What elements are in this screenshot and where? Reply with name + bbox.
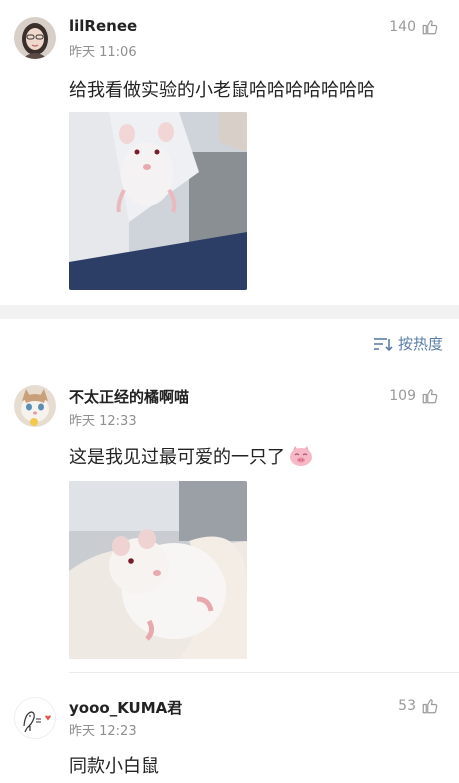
sort-lines-icon: [373, 337, 393, 351]
timestamp: 昨天 11:06: [69, 45, 137, 60]
username[interactable]: lilRenee: [69, 17, 137, 35]
comment-text-body: 这是我见过最可爱的一只了: [69, 447, 285, 468]
like-button[interactable]: 53: [398, 697, 439, 715]
section-separator: [0, 305, 459, 319]
thumbs-up-icon: [422, 20, 438, 35]
white-mouse-in-gloved-hand-photo-icon: [69, 481, 247, 659]
comment-image[interactable]: [69, 112, 247, 290]
username[interactable]: yooo_KUMA君: [69, 697, 182, 718]
like-button[interactable]: 109: [389, 387, 439, 405]
username[interactable]: 不太正经的橘啊喵: [69, 386, 189, 407]
avatar[interactable]: [14, 697, 56, 739]
white-lab-mouse-photo-icon: [69, 112, 247, 290]
like-count: 140: [389, 19, 416, 35]
kitten-avatar-icon: [14, 385, 56, 427]
comment-text: 同款小白鼠: [69, 756, 159, 777]
avatar[interactable]: [14, 17, 56, 59]
thumbs-up-icon: [422, 389, 438, 404]
like-count: 53: [398, 698, 416, 714]
like-button[interactable]: 140: [389, 18, 439, 36]
comment-divider: [69, 672, 459, 673]
like-count: 109: [389, 388, 416, 404]
comment-image[interactable]: [69, 481, 247, 659]
sort-label: 按热度: [397, 335, 443, 353]
sort-toggle[interactable]: 按热度: [373, 333, 443, 354]
comment-text: 这是我见过最可爱的一只了: [69, 443, 313, 469]
timestamp: 昨天 12:33: [69, 414, 137, 429]
avatar[interactable]: [14, 385, 56, 427]
girl-portrait-avatar-icon: [14, 17, 56, 59]
doodle-sketch-avatar-icon: [15, 698, 55, 738]
thumbs-up-icon: [422, 699, 438, 714]
pink-pig-face-emoji-icon: [290, 446, 312, 466]
comment-text: 给我看做实验的小老鼠哈哈哈哈哈哈哈: [69, 80, 375, 101]
timestamp: 昨天 12:23: [69, 724, 137, 739]
